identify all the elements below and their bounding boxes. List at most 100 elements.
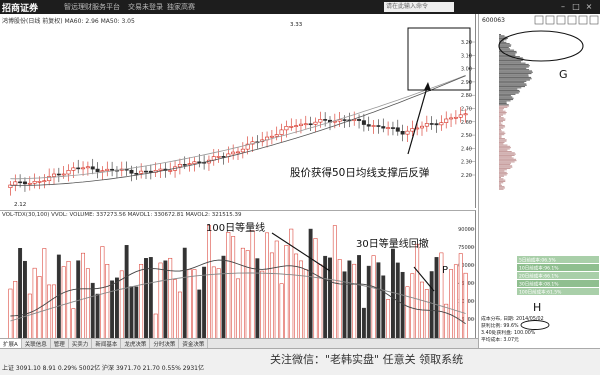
chip-bar [499, 65, 530, 67]
cost-row: 100日前成本:61.5% [519, 289, 562, 296]
volume-label-100: 100日等量线 [206, 221, 265, 234]
candle-body [139, 170, 144, 174]
volume-bar [250, 230, 255, 340]
price-high-label: 3.33 [290, 22, 303, 28]
candle-body [129, 169, 134, 174]
chip-bar [499, 131, 505, 133]
volume-bar [352, 263, 357, 340]
chip-bar [499, 121, 504, 123]
candle-body [420, 125, 424, 129]
candle-body [386, 127, 391, 129]
chip-bar [499, 62, 526, 64]
chip-bar [499, 76, 532, 78]
price-chart-panel[interactable]: 3.20 3.10 3.00 2.90 2.80 2.70 2.60 2.50 2.40 2.30… [0, 14, 476, 214]
candle-body [357, 119, 362, 121]
volume-bar [211, 266, 216, 340]
chip-bar [499, 80, 527, 82]
vol-tick-label: 90000 [458, 227, 474, 233]
volume-label-30: 30日等量线回撤 [356, 237, 429, 250]
chip-bar [499, 44, 512, 46]
volume-bar [124, 245, 129, 340]
volume-bar [381, 275, 386, 340]
chip-bar [499, 132, 506, 134]
candle-body [424, 123, 429, 127]
chip-bar [499, 148, 510, 150]
volume-bar [47, 284, 52, 340]
candle-body [37, 180, 42, 183]
volume-bar [216, 268, 221, 340]
candle-body [52, 173, 56, 177]
candle-body [66, 170, 71, 175]
minimize-icon[interactable]: – [558, 2, 568, 12]
chip-bar [499, 170, 505, 172]
chip-bar [499, 167, 511, 169]
volume-bar [32, 267, 37, 340]
chip-bar [499, 134, 505, 136]
volume-bar [27, 293, 32, 340]
candle-body [429, 123, 434, 125]
chip-bar [499, 71, 533, 73]
candle-body [361, 120, 366, 125]
chip-bar [499, 88, 518, 90]
candle-body [323, 119, 328, 121]
chip-bar [499, 152, 515, 154]
menu-item-exclusive[interactable]: 独家高赛 [167, 2, 195, 12]
volume-bar [303, 269, 308, 340]
candle-body [405, 130, 410, 135]
chip-bar [499, 136, 502, 138]
volume-bar [95, 293, 100, 340]
bottom-tab-bar: 扩展A 关联信息 管理 买卖力 新闻基本 龙虎决策 分时决策 资金决策 [0, 338, 478, 349]
close-icon[interactable]: × [584, 2, 594, 12]
candle-body [366, 124, 371, 127]
chip-bar [499, 110, 506, 112]
chip-bar [499, 128, 501, 130]
chip-bar [499, 127, 504, 129]
y-tick-label: 2.50 [461, 133, 472, 139]
volume-bar [265, 232, 269, 340]
y-tick-label: 2.80 [461, 93, 472, 99]
volume-bar [13, 281, 18, 340]
chip-bar [499, 101, 507, 103]
candle-body [76, 167, 81, 170]
volume-bar [420, 281, 424, 340]
chip-bar [499, 91, 521, 93]
chip-bar [499, 69, 530, 71]
volume-bar [391, 248, 395, 340]
stat-line: 平均成本: 3.07元 [481, 336, 519, 343]
chip-bar [499, 139, 507, 141]
maximize-icon[interactable]: □ [571, 2, 581, 12]
menu-item-service[interactable]: 智远理财服务平台 [64, 2, 120, 12]
volume-bar [274, 240, 279, 340]
chip-bar [499, 61, 522, 63]
candle-body [134, 172, 139, 175]
volume-info-line: VOL-TDX(30,100) VVOL: VOLUME: 337273.56 … [2, 212, 242, 218]
chip-bar [499, 105, 510, 107]
chip-bar [499, 123, 503, 125]
chip-bar [499, 60, 523, 62]
candle-body [390, 127, 395, 129]
y-tick-label: 2.40 [461, 146, 472, 152]
chip-bar [499, 115, 501, 117]
chip-bar [499, 74, 529, 76]
volume-bar [110, 280, 115, 340]
toolbar-icon-d [567, 15, 577, 25]
volume-bar [260, 270, 265, 340]
market-ticker: 上证 3091.10 8.91 0.29% 5002亿 沪深 3971.70 2… [2, 365, 204, 372]
menu-item-trade[interactable]: 交易未登录 [128, 2, 163, 12]
cost-row: 20日前成本:66.1% [519, 273, 559, 280]
candle-body [308, 123, 313, 126]
chip-bar [499, 97, 514, 99]
volume-bar [308, 228, 313, 340]
chip-bar [499, 75, 529, 77]
candle-body [177, 164, 182, 168]
candle-body [100, 170, 105, 172]
volume-bar [81, 252, 85, 340]
candle-body [105, 168, 110, 171]
volume-chart-panel[interactable]: 900007500060000450003000015000100日等量线30日… [0, 210, 476, 340]
chip-bar [499, 149, 508, 151]
volume-bar [371, 255, 376, 340]
command-search-input[interactable]: 请在此输入命令 [384, 2, 454, 12]
y-tick-label: 2.30 [461, 160, 472, 166]
candle-body [95, 168, 100, 172]
volume-bar [221, 255, 226, 340]
